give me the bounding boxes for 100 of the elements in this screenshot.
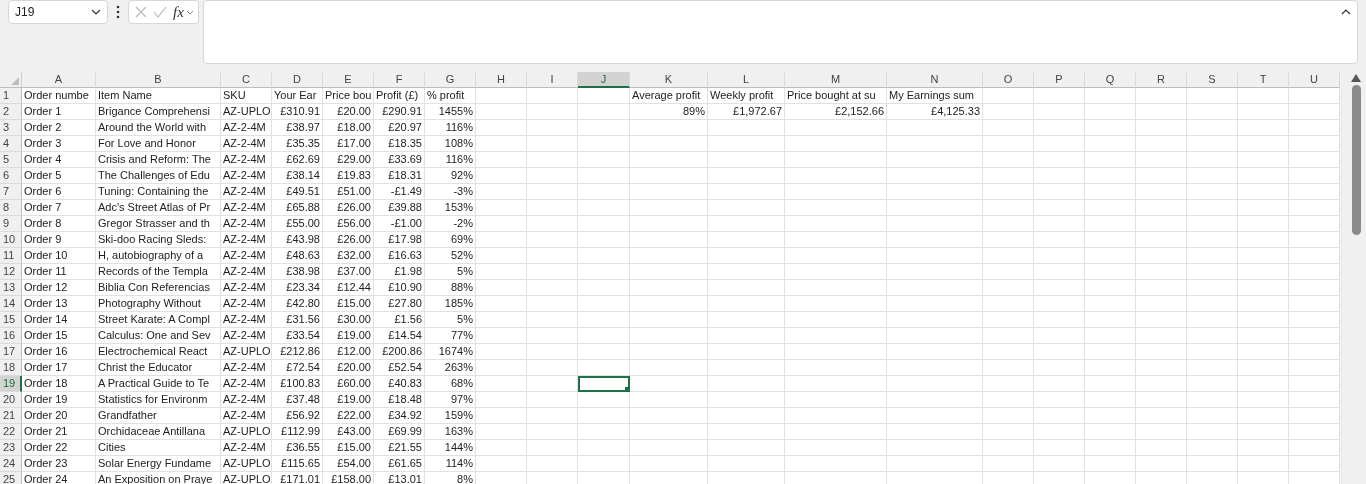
- empty-cell[interactable]: [785, 440, 887, 456]
- empty-cell[interactable]: [1085, 440, 1136, 456]
- row-header[interactable]: 2: [0, 104, 22, 120]
- empty-cell[interactable]: [476, 456, 527, 472]
- empty-cell[interactable]: [1187, 232, 1238, 248]
- empty-cell[interactable]: [785, 408, 887, 424]
- empty-cell[interactable]: [527, 376, 578, 392]
- empty-cell[interactable]: [785, 424, 887, 440]
- empty-cell[interactable]: [630, 280, 708, 296]
- collapse-icon[interactable]: [1341, 9, 1351, 15]
- empty-cell[interactable]: [1034, 360, 1085, 376]
- empty-cell[interactable]: [1085, 344, 1136, 360]
- empty-cell[interactable]: [1187, 168, 1238, 184]
- empty-cell[interactable]: [1238, 184, 1289, 200]
- empty-cell[interactable]: [1085, 264, 1136, 280]
- empty-cell[interactable]: [476, 392, 527, 408]
- empty-cell[interactable]: [1289, 216, 1340, 232]
- empty-cell[interactable]: [1187, 360, 1238, 376]
- empty-cell[interactable]: [887, 296, 983, 312]
- empty-cell[interactable]: [1289, 424, 1340, 440]
- column-header[interactable]: P: [1034, 72, 1085, 88]
- empty-cell[interactable]: [887, 168, 983, 184]
- empty-cell[interactable]: [527, 328, 578, 344]
- column-header[interactable]: D: [272, 72, 323, 88]
- scroll-up-icon[interactable]: [1351, 74, 1361, 82]
- empty-cell[interactable]: [983, 248, 1034, 264]
- empty-cell[interactable]: [1136, 136, 1187, 152]
- row-header[interactable]: 15: [0, 312, 22, 328]
- row-header[interactable]: 9: [0, 216, 22, 232]
- empty-cell[interactable]: [1136, 184, 1187, 200]
- empty-cell[interactable]: [630, 184, 708, 200]
- empty-cell[interactable]: [1136, 440, 1187, 456]
- empty-cell[interactable]: [1136, 232, 1187, 248]
- empty-cell[interactable]: [1085, 104, 1136, 120]
- select-all-button[interactable]: [0, 72, 22, 88]
- empty-cell[interactable]: [476, 424, 527, 440]
- empty-cell[interactable]: [1034, 408, 1085, 424]
- empty-cell[interactable]: [1085, 136, 1136, 152]
- empty-cell[interactable]: [1136, 216, 1187, 232]
- empty-cell[interactable]: [1136, 312, 1187, 328]
- empty-cell[interactable]: [1085, 328, 1136, 344]
- empty-cell[interactable]: [1187, 216, 1238, 232]
- empty-cell[interactable]: [887, 360, 983, 376]
- empty-cell[interactable]: [1034, 440, 1085, 456]
- empty-cell[interactable]: [887, 120, 983, 136]
- empty-cell[interactable]: [578, 136, 630, 152]
- empty-cell[interactable]: [1238, 168, 1289, 184]
- empty-cell[interactable]: [630, 328, 708, 344]
- column-header[interactable]: T: [1238, 72, 1289, 88]
- empty-cell[interactable]: [578, 168, 630, 184]
- empty-cell[interactable]: [1289, 120, 1340, 136]
- empty-cell[interactable]: [1238, 424, 1289, 440]
- empty-cell[interactable]: [887, 424, 983, 440]
- empty-cell[interactable]: [887, 264, 983, 280]
- empty-cell[interactable]: [630, 392, 708, 408]
- empty-cell[interactable]: [1187, 264, 1238, 280]
- empty-cell[interactable]: [1238, 104, 1289, 120]
- empty-cell[interactable]: [1187, 248, 1238, 264]
- row-header[interactable]: 25: [0, 472, 22, 484]
- empty-cell[interactable]: [983, 200, 1034, 216]
- selected-cell[interactable]: [578, 376, 630, 392]
- empty-cell[interactable]: [708, 408, 785, 424]
- empty-cell[interactable]: [1136, 200, 1187, 216]
- empty-cell[interactable]: [1238, 456, 1289, 472]
- empty-cell[interactable]: [887, 344, 983, 360]
- empty-cell[interactable]: [527, 104, 578, 120]
- empty-cell[interactable]: [578, 232, 630, 248]
- empty-cell[interactable]: [708, 296, 785, 312]
- empty-cell[interactable]: [785, 120, 887, 136]
- empty-cell[interactable]: [1136, 456, 1187, 472]
- empty-cell[interactable]: [1289, 104, 1340, 120]
- empty-cell[interactable]: [785, 168, 887, 184]
- empty-cell[interactable]: [1136, 264, 1187, 280]
- empty-cell[interactable]: [785, 216, 887, 232]
- empty-cell[interactable]: [785, 328, 887, 344]
- empty-cell[interactable]: [887, 440, 983, 456]
- empty-cell[interactable]: [630, 248, 708, 264]
- empty-cell[interactable]: [887, 328, 983, 344]
- empty-cell[interactable]: [476, 328, 527, 344]
- empty-cell[interactable]: [476, 248, 527, 264]
- empty-cell[interactable]: [983, 296, 1034, 312]
- empty-cell[interactable]: [1187, 392, 1238, 408]
- empty-cell[interactable]: [1085, 296, 1136, 312]
- empty-cell[interactable]: [1034, 280, 1085, 296]
- empty-cell[interactable]: [578, 392, 630, 408]
- empty-cell[interactable]: [578, 152, 630, 168]
- empty-cell[interactable]: [476, 136, 527, 152]
- column-header[interactable]: K: [630, 72, 708, 88]
- empty-cell[interactable]: [983, 328, 1034, 344]
- column-header[interactable]: L: [708, 72, 785, 88]
- row-header[interactable]: 10: [0, 232, 22, 248]
- empty-cell[interactable]: [1238, 136, 1289, 152]
- row-header[interactable]: 5: [0, 152, 22, 168]
- column-header[interactable]: N: [887, 72, 983, 88]
- column-header[interactable]: B: [96, 72, 221, 88]
- empty-cell[interactable]: [1187, 440, 1238, 456]
- empty-cell[interactable]: [1085, 200, 1136, 216]
- empty-cell[interactable]: [708, 280, 785, 296]
- empty-cell[interactable]: [1289, 344, 1340, 360]
- empty-cell[interactable]: [476, 88, 527, 104]
